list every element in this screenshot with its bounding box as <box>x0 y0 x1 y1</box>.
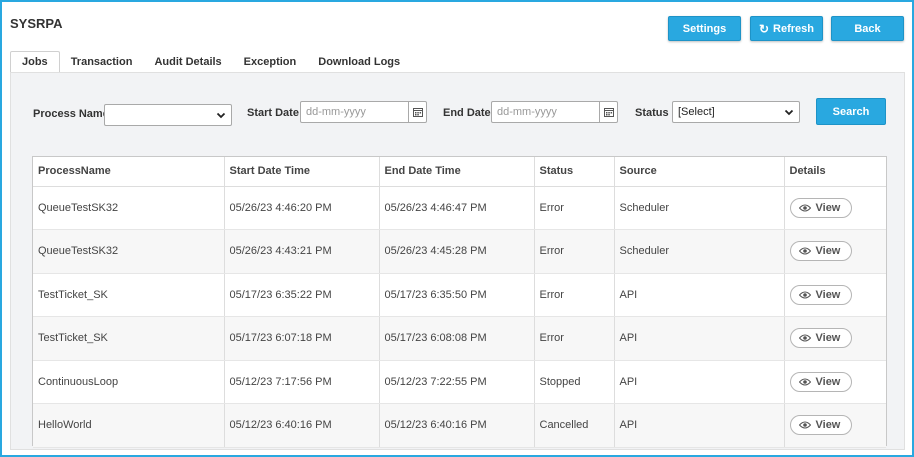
refresh-button-label: Refresh <box>773 22 815 35</box>
cell-process-name: TestTicket_SK <box>33 273 225 317</box>
start-date-placeholder: dd-mm-yyyy <box>306 106 366 118</box>
tab-download-logs[interactable]: Download Logs <box>307 51 411 73</box>
cell-start-date-time: 05/12/23 7:17:56 PM <box>224 360 380 404</box>
refresh-icon: ↻ <box>758 21 770 36</box>
settings-button[interactable]: Settings <box>668 16 741 41</box>
cell-end-date-time: 05/26/23 4:46:47 PM <box>379 186 535 230</box>
search-button[interactable]: Search <box>816 98 886 125</box>
column-header-process-name[interactable]: ProcessName <box>33 157 225 187</box>
column-header-start-date-time[interactable]: Start Date Time <box>224 157 380 187</box>
eye-icon <box>798 378 811 386</box>
status-value: [Select] <box>678 106 715 118</box>
cell-end-date-time: 05/26/23 4:45:28 PM <box>379 229 535 274</box>
cell-status: Error <box>534 229 615 274</box>
cell-status: Error <box>534 273 615 317</box>
cell-end-date-time: 05/17/23 6:08:08 PM <box>379 316 535 361</box>
tab-transaction[interactable]: Transaction <box>60 51 144 73</box>
table-row: TestTicket_SK 05/17/23 6:35:22 PM 05/17/… <box>33 273 886 317</box>
back-button[interactable]: Back <box>831 16 904 41</box>
calendar-icon[interactable] <box>408 102 426 122</box>
process-name-select[interactable] <box>104 104 232 126</box>
tab-audit-details[interactable]: Audit Details <box>143 51 232 73</box>
view-button[interactable]: View <box>789 197 852 218</box>
cell-end-date-time: 05/12/23 7:22:55 PM <box>379 360 535 404</box>
cell-details: View <box>784 186 886 230</box>
eye-icon <box>798 204 811 212</box>
tab-bar: Jobs Transaction Audit Details Exception… <box>10 51 411 73</box>
end-date-input[interactable]: dd-mm-yyyy <box>491 101 618 123</box>
cell-process-name: HelloWorld <box>33 403 225 448</box>
eye-icon <box>798 421 811 429</box>
cell-details: View <box>784 360 886 404</box>
table-row: ContinuousLoop 05/12/23 7:17:56 PM 05/12… <box>33 360 886 404</box>
chevron-down-icon <box>784 109 794 116</box>
view-button[interactable]: View <box>789 328 852 349</box>
cell-status: Error <box>534 186 615 230</box>
view-button-label: View <box>815 419 841 432</box>
view-button-label: View <box>815 375 841 388</box>
view-button-label: View <box>815 288 841 301</box>
cell-details: View <box>784 316 886 361</box>
status-select[interactable]: [Select] <box>672 101 800 123</box>
jobs-table: ProcessName Start Date Time End Date Tim… <box>32 156 887 448</box>
start-date-label: Start Date : <box>247 107 306 119</box>
cell-details: View <box>784 273 886 317</box>
calendar-icon[interactable] <box>599 102 617 122</box>
start-date-input[interactable]: dd-mm-yyyy <box>300 101 427 123</box>
cell-start-date-time: 05/26/23 4:43:21 PM <box>224 229 380 274</box>
cell-source: API <box>614 273 785 317</box>
table-row: QueueTestSK32 05/26/23 4:43:21 PM 05/26/… <box>33 229 886 274</box>
status-label: Status : <box>635 107 676 119</box>
cell-start-date-time: 05/17/23 6:07:18 PM <box>224 316 380 361</box>
cell-details: View <box>784 229 886 274</box>
cell-source: API <box>614 360 785 404</box>
cell-status: Error <box>534 316 615 361</box>
view-button[interactable]: View <box>789 284 852 305</box>
cell-source: API <box>614 316 785 361</box>
table-header-row: ProcessName Start Date Time End Date Tim… <box>33 157 886 187</box>
cell-start-date-time: 05/12/23 6:40:16 PM <box>224 403 380 448</box>
cell-end-date-time: 05/17/23 6:35:50 PM <box>379 273 535 317</box>
app-title: SYSRPA <box>10 16 63 31</box>
cell-process-name: QueueTestSK32 <box>33 229 225 274</box>
cell-process-name: ContinuousLoop <box>33 360 225 404</box>
end-date-placeholder: dd-mm-yyyy <box>497 106 557 118</box>
column-header-end-date-time[interactable]: End Date Time <box>379 157 535 187</box>
chevron-down-icon <box>216 112 226 119</box>
view-button[interactable]: View <box>789 241 852 262</box>
cell-status: Stopped <box>534 360 615 404</box>
eye-icon <box>798 247 811 255</box>
eye-icon <box>798 334 811 342</box>
table-row: HelloWorld 05/12/23 6:40:16 PM 05/12/23 … <box>33 403 886 448</box>
column-header-details: Details <box>784 157 886 187</box>
cell-start-date-time: 05/26/23 4:46:20 PM <box>224 186 380 230</box>
view-button[interactable]: View <box>789 371 852 392</box>
cell-source: API <box>614 403 785 448</box>
view-button-label: View <box>815 245 841 258</box>
cell-start-date-time: 05/17/23 6:35:22 PM <box>224 273 380 317</box>
eye-icon <box>798 291 811 299</box>
column-header-source[interactable]: Source <box>614 157 785 187</box>
end-date-label: End Date : <box>443 107 498 119</box>
cell-source: Scheduler <box>614 186 785 230</box>
cell-process-name: QueueTestSK32 <box>33 186 225 230</box>
tab-jobs[interactable]: Jobs <box>10 51 60 73</box>
cell-source: Scheduler <box>614 229 785 274</box>
refresh-button[interactable]: ↻ Refresh <box>750 16 823 41</box>
view-button-label: View <box>815 201 841 214</box>
cell-end-date-time: 05/12/23 6:40:16 PM <box>379 403 535 448</box>
tab-exception[interactable]: Exception <box>233 51 308 73</box>
view-button[interactable]: View <box>789 415 852 436</box>
table-row: QueueTestSK32 05/26/23 4:46:20 PM 05/26/… <box>33 186 886 230</box>
cell-process-name: TestTicket_SK <box>33 316 225 361</box>
cell-status: Cancelled <box>534 403 615 448</box>
column-header-status[interactable]: Status <box>534 157 615 187</box>
table-row: TestTicket_SK 05/17/23 6:07:18 PM 05/17/… <box>33 316 886 361</box>
cell-details: View <box>784 403 886 448</box>
view-button-label: View <box>815 332 841 345</box>
